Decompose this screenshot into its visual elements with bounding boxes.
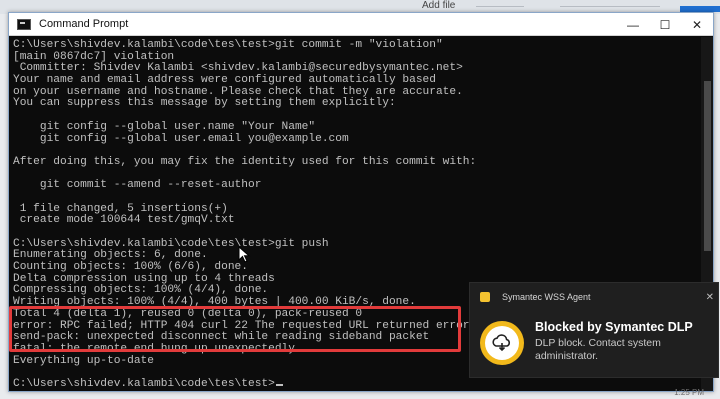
console-app-icon — [17, 18, 31, 30]
error-highlight-box — [9, 306, 461, 352]
minimize-button[interactable]: — — [617, 13, 649, 36]
toast-app-name: Symantec WSS Agent — [502, 292, 591, 302]
background-divider — [560, 6, 660, 7]
console-line: Counting objects: 100% (6/6), done. — [13, 261, 248, 274]
console-line: git config --global user.email you@examp… — [13, 132, 349, 145]
console-line: C:\Users\shivdev.kalambi\code\tes\test> — [13, 378, 713, 391]
symantec-logo-icon — [480, 321, 524, 365]
console-line: You can suppress this message by setting… — [13, 97, 396, 110]
toast-header: Symantec WSS Agent — [480, 292, 591, 302]
maximize-button[interactable]: ☐ — [649, 13, 681, 36]
background-divider — [476, 6, 524, 7]
window-title: Command Prompt — [39, 18, 129, 30]
console-line: create mode 100644 test/gmqV.txt — [13, 214, 235, 227]
console-line: git commit --amend --reset-author — [13, 179, 262, 192]
symantec-app-icon — [480, 292, 490, 302]
toast-message: DLP block. Contact system administrator. — [535, 337, 661, 362]
title-bar[interactable]: Command Prompt — ☐ ✕ — [9, 13, 713, 36]
console-line: C:\Users\shivdev.kalambi\code\tes\test>g… — [13, 39, 443, 51]
text-cursor — [275, 383, 283, 386]
toast-title: Blocked by Symantec DLP — [535, 320, 693, 334]
background-snippet: Add file — [422, 0, 456, 11]
toast-close-button[interactable]: ✕ — [706, 292, 714, 303]
console-line: Your name and email address were configu… — [13, 74, 436, 87]
close-button[interactable]: ✕ — [681, 13, 713, 36]
console-line: After doing this, you may fix the identi… — [13, 155, 477, 168]
console-line: git config --global user.name "Your Name… — [13, 120, 316, 133]
notification-toast[interactable]: Symantec WSS Agent ✕ Blocked by Symantec… — [469, 282, 719, 378]
scrollbar-thumb[interactable] — [704, 81, 711, 251]
mouse-pointer-icon — [238, 246, 251, 263]
taskbar-clock: 1:25 PM — [674, 388, 704, 397]
window-controls: — ☐ ✕ — [617, 13, 713, 36]
